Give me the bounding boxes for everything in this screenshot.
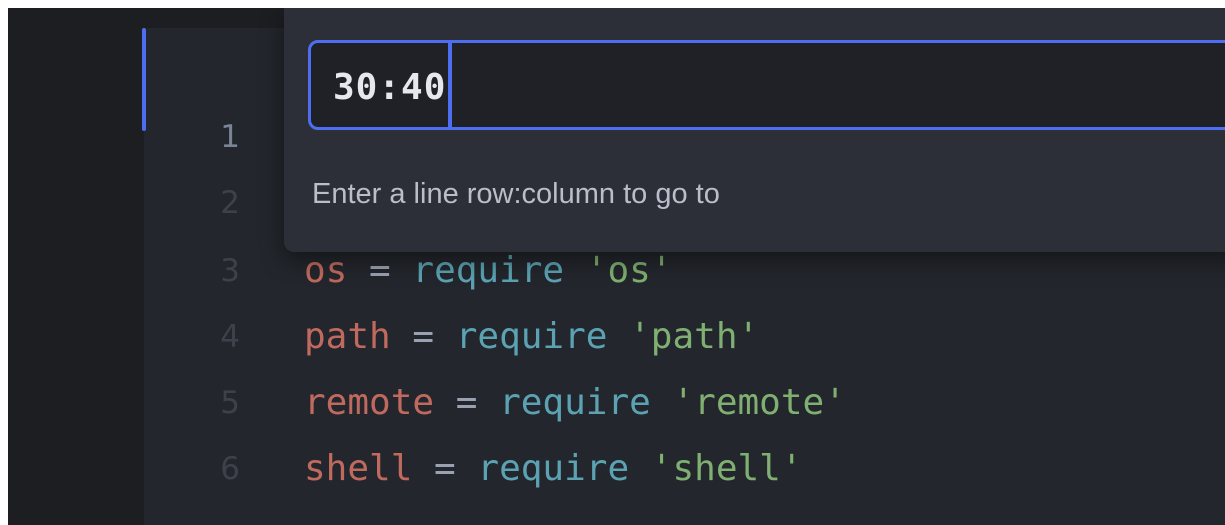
code-token: shell: [304, 448, 413, 489]
app-window: 12ipc = require 'ipc'3os = require 'os'4…: [8, 8, 1225, 525]
line-number: 2: [220, 184, 240, 221]
code-token: os: [304, 250, 348, 291]
line-number: 3: [220, 252, 240, 289]
code-text: os = require 'os': [304, 250, 672, 291]
tree-view-edge: [8, 8, 144, 525]
line-number: 6: [220, 450, 240, 487]
go-to-line-input[interactable]: 30:40: [308, 40, 1225, 130]
code-token: require: [499, 382, 651, 423]
code-token: require: [477, 448, 630, 489]
code-token: remote: [304, 382, 435, 423]
text-caret: [448, 43, 453, 127]
code-token: path: [304, 316, 391, 357]
code-token: =: [412, 448, 478, 489]
go-to-line-input-value[interactable]: 30:40: [333, 43, 453, 127]
line-number: 1: [220, 118, 240, 155]
code-token: =: [434, 382, 500, 423]
code-text: shell = require 'shell': [304, 448, 803, 489]
code-line[interactable]: 6 shell = require 'shell': [144, 436, 1225, 501]
code-token: 'remote': [650, 382, 846, 423]
code-token: =: [347, 250, 413, 291]
code-token: 'os': [564, 250, 673, 291]
code-token: 'shell': [629, 448, 803, 489]
code-token: 'path': [607, 316, 760, 357]
code-text: remote = require 'remote': [304, 382, 846, 423]
line-number: 4: [220, 318, 240, 355]
line-number: 5: [220, 384, 240, 421]
code-text: path = require 'path': [304, 316, 759, 357]
code-line[interactable]: 4 path = require 'path': [144, 304, 1225, 369]
code-token: =: [390, 316, 456, 357]
code-token: require: [455, 316, 608, 357]
go-to-line-panel: 30:40 Enter a line row:column to go to: [284, 8, 1225, 252]
code-line[interactable]: 5 remote = require 'remote': [144, 370, 1225, 435]
go-to-line-message: Enter a line row:column to go to: [312, 178, 720, 210]
code-token: require: [412, 250, 565, 291]
